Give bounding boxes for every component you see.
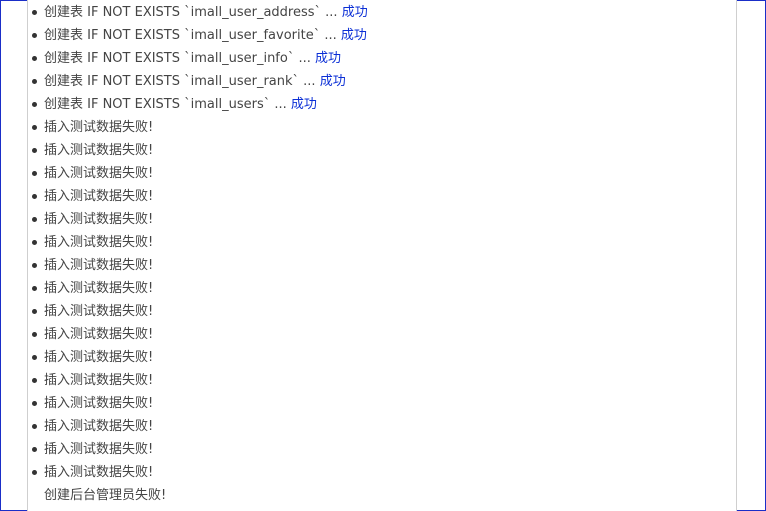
log-item-text: 插入测试数据失败! bbox=[44, 465, 154, 480]
bullet-icon bbox=[32, 79, 37, 84]
bullet-icon bbox=[32, 171, 37, 176]
log-item: 插入测试数据失败! bbox=[28, 461, 736, 484]
log-item: 创建表 IF NOT EXISTS `imall_user_info` ... … bbox=[28, 47, 736, 70]
log-item-status: 成功 bbox=[315, 51, 342, 66]
bullet-icon bbox=[32, 33, 37, 38]
bullet-icon bbox=[32, 286, 37, 291]
log-item: 插入测试数据失败! bbox=[28, 277, 736, 300]
log-item: 插入测试数据失败! bbox=[28, 300, 736, 323]
bullet-icon bbox=[32, 447, 37, 452]
bullet-icon bbox=[32, 378, 37, 383]
bullet-icon bbox=[32, 332, 37, 337]
log-item-text: 创建表 IF NOT EXISTS `imall_user_favorite` … bbox=[44, 28, 341, 43]
log-item: 插入测试数据失败! bbox=[28, 208, 736, 231]
bullet-icon bbox=[32, 309, 37, 314]
log-item: 创建表 IF NOT EXISTS `imall_user_favorite` … bbox=[28, 24, 736, 47]
log-item-text: 插入测试数据失败! bbox=[44, 258, 154, 273]
log-item: 插入测试数据失败! bbox=[28, 162, 736, 185]
bullet-icon bbox=[32, 148, 37, 153]
log-item-status: 成功 bbox=[340, 28, 367, 43]
log-item: 插入测试数据失败! bbox=[28, 438, 736, 461]
log-item: 插入测试数据失败! bbox=[28, 185, 736, 208]
bullet-icon bbox=[32, 194, 37, 199]
log-item-text: 创建表 IF NOT EXISTS `imall_user_info` ... bbox=[44, 51, 316, 66]
log-item-text: 插入测试数据失败! bbox=[44, 419, 154, 434]
bullet-icon bbox=[32, 10, 37, 15]
bullet-icon bbox=[32, 56, 37, 61]
log-item: 插入测试数据失败! bbox=[28, 231, 736, 254]
log-item: 插入测试数据失败! bbox=[28, 392, 736, 415]
log-item: 创建表 IF NOT EXISTS `imall_users` ... 成功 bbox=[28, 93, 736, 116]
log-item-text: 插入测试数据失败! bbox=[44, 212, 154, 227]
bullet-icon bbox=[32, 240, 37, 245]
log-item-status: 成功 bbox=[290, 97, 317, 112]
log-item: 创建后台管理员失败! bbox=[28, 484, 736, 507]
log-item-text: 创建后台管理员失败! bbox=[44, 488, 167, 503]
log-item: 创建表 IF NOT EXISTS `imall_user_rank` ... … bbox=[28, 70, 736, 93]
log-item: 创建表 IF NOT EXISTS `imall_user_address` .… bbox=[28, 1, 736, 24]
log-item-text: 插入测试数据失败! bbox=[44, 373, 154, 388]
install-log-list: 创建表 IF NOT EXISTS `imall_user_address` .… bbox=[28, 1, 736, 507]
log-item-text: 插入测试数据失败! bbox=[44, 281, 154, 296]
bullet-icon bbox=[32, 355, 37, 360]
bullet-icon bbox=[32, 125, 37, 130]
log-item: 插入测试数据失败! bbox=[28, 415, 736, 438]
log-item: 插入测试数据失败! bbox=[28, 139, 736, 162]
log-item-status: 成功 bbox=[341, 5, 368, 20]
log-item-text: 插入测试数据失败! bbox=[44, 327, 154, 342]
log-item-text: 创建表 IF NOT EXISTS `imall_user_address` .… bbox=[44, 5, 342, 20]
bullet-icon bbox=[32, 217, 37, 222]
log-item-text: 插入测试数据失败! bbox=[44, 304, 154, 319]
log-item-text: 插入测试数据失败! bbox=[44, 442, 154, 457]
log-item: 插入测试数据失败! bbox=[28, 254, 736, 277]
bullet-icon bbox=[32, 424, 37, 429]
log-item-text: 插入测试数据失败! bbox=[44, 235, 154, 250]
log-item: 插入测试数据失败! bbox=[28, 369, 736, 392]
log-item-status: 成功 bbox=[319, 74, 346, 89]
log-item-text: 插入测试数据失败! bbox=[44, 143, 154, 158]
bullet-icon bbox=[32, 401, 37, 406]
bullet-icon bbox=[32, 102, 37, 107]
bullet-icon bbox=[32, 263, 37, 268]
log-item: 插入测试数据失败! bbox=[28, 323, 736, 346]
log-item-text: 插入测试数据失败! bbox=[44, 189, 154, 204]
log-item-text: 插入测试数据失败! bbox=[44, 120, 154, 135]
log-item-text: 插入测试数据失败! bbox=[44, 166, 154, 181]
log-item-text: 创建表 IF NOT EXISTS `imall_user_rank` ... bbox=[44, 74, 320, 89]
log-item: 插入测试数据失败! bbox=[28, 346, 736, 369]
log-item-text: 插入测试数据失败! bbox=[44, 396, 154, 411]
log-item-text: 创建表 IF NOT EXISTS `imall_users` ... bbox=[44, 97, 291, 112]
log-item: 插入测试数据失败! bbox=[28, 116, 736, 139]
log-item-text: 插入测试数据失败! bbox=[44, 350, 154, 365]
bullet-icon bbox=[32, 470, 37, 475]
install-log-panel: 创建表 IF NOT EXISTS `imall_user_address` .… bbox=[27, 0, 737, 511]
